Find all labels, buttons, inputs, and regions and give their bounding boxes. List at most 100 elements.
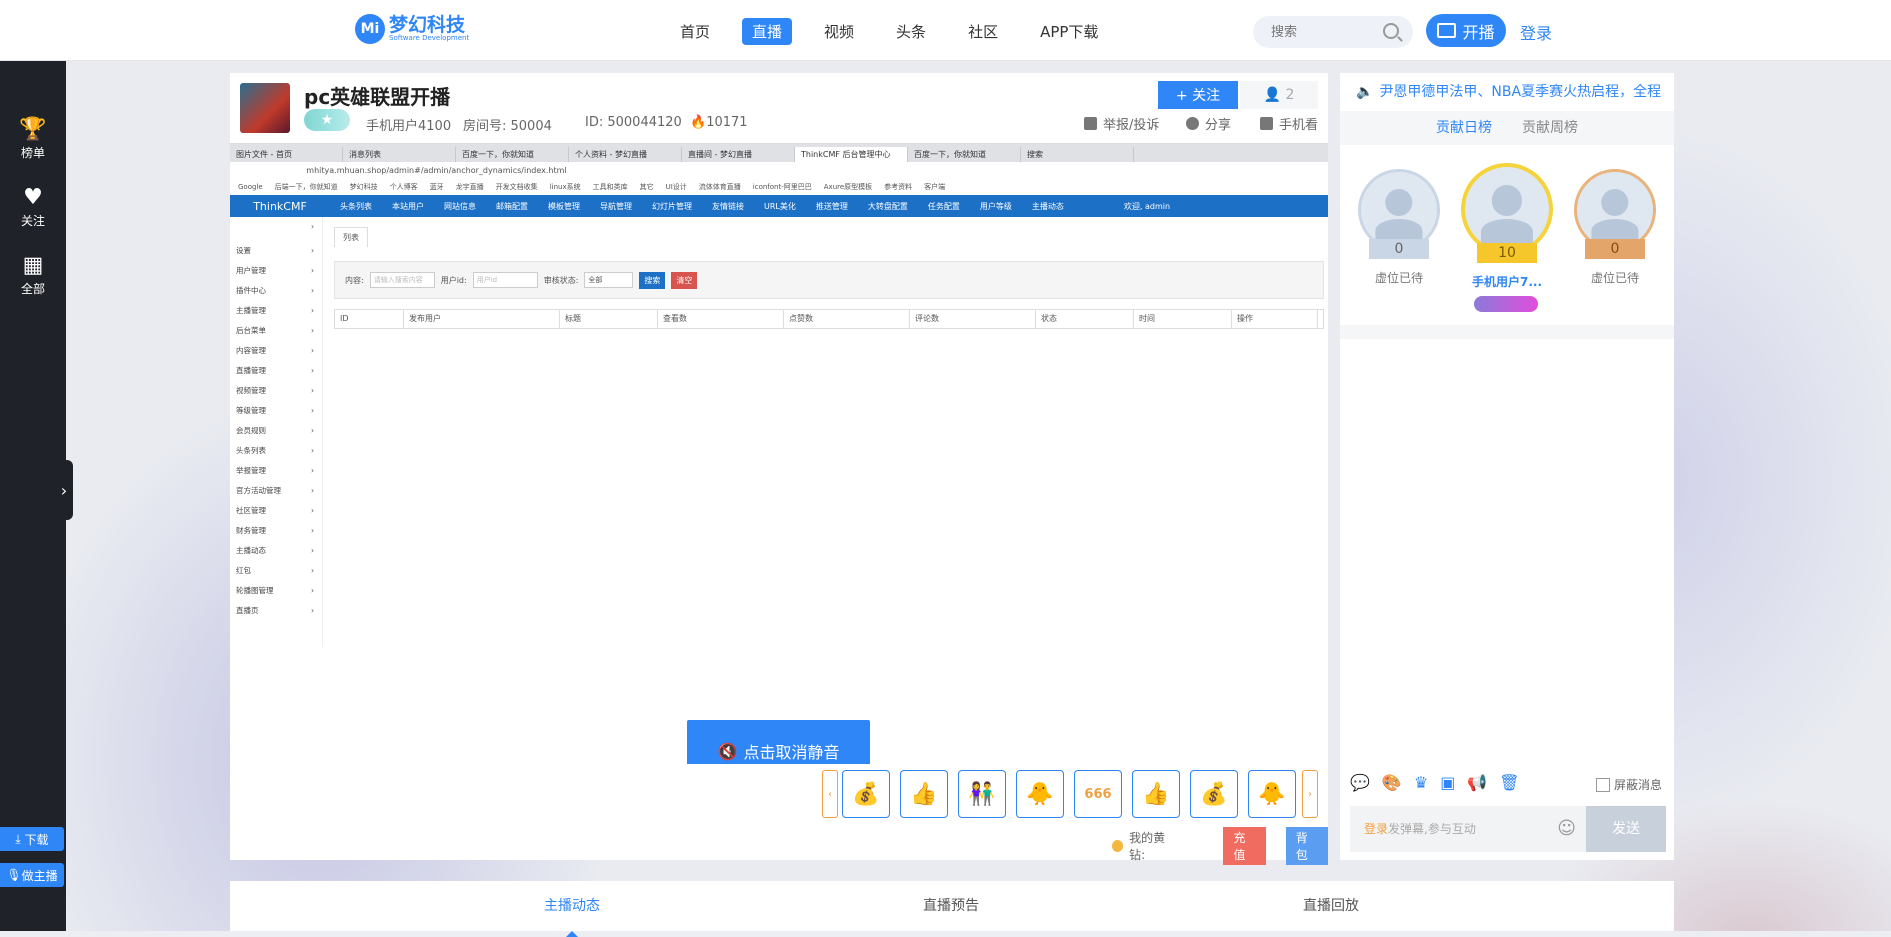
anchor-name[interactable]: 手机用户4100 — [366, 115, 451, 134]
gift-item[interactable]: 💰 — [1190, 770, 1238, 818]
gift-item[interactable]: 👍 — [1132, 770, 1180, 818]
block-messages-toggle[interactable]: 屏蔽消息 — [1596, 776, 1662, 793]
backpack-button[interactable]: 背包 — [1285, 827, 1328, 865]
sidebar-item-ranking[interactable]: 🏆 榜单 — [0, 117, 66, 161]
heat-number: 10171 — [706, 115, 748, 130]
stream-column-header: 查看数 — [658, 310, 784, 328]
rank-second[interactable]: 0 虚位已待 — [1358, 169, 1440, 286]
stream-admin-side-item: 官方活动管理 — [230, 481, 322, 501]
gift-item[interactable]: 🐥 — [1248, 770, 1296, 818]
tab-live-replay[interactable]: 直播回放 — [1303, 895, 1359, 915]
sidebar-item-label: 榜单 — [20, 146, 45, 160]
stream-bookmark: 客户端 — [924, 183, 946, 191]
stream-admin-side-item: 用户管理 — [230, 261, 322, 281]
block-messages-checkbox[interactable] — [1596, 777, 1610, 792]
stream-bookmark: 个人博客 — [389, 183, 418, 191]
gift-item[interactable]: 👫 — [958, 770, 1006, 818]
effect-icon[interactable]: ▣ — [1440, 773, 1455, 792]
stream-tab: 百度一下，你就知道 — [456, 147, 569, 162]
sidebar-item-following[interactable]: ♥ 关注 — [0, 185, 66, 229]
stream-admin-user: 欢迎, admin — [1123, 201, 1171, 211]
nav-live[interactable]: 直播 — [742, 18, 793, 45]
video-player[interactable]: 图片文件 - 首页 消息列表 百度一下，你就知道 个人资料 - 梦幻直播 直播间… — [230, 143, 1328, 764]
announcement-text: 尹恩甲德甲法甲、NBA夏季赛火热启程，全程 — [1379, 84, 1662, 100]
chat-input[interactable]: 登录发弹幕,参与互动 ☺ — [1350, 806, 1586, 852]
chat-bubble-icon[interactable]: 💬 — [1350, 773, 1370, 792]
tab-anchor-feed[interactable]: 主播动态 — [544, 895, 600, 937]
mobile-watch-button[interactable]: 手机看 — [1260, 114, 1318, 133]
stream-column-header: 发布用户 — [404, 310, 560, 328]
heart-icon: ♥ — [23, 185, 43, 210]
crown-icon[interactable]: ♛ — [1414, 773, 1428, 792]
gift-item[interactable]: 👍 — [900, 770, 948, 818]
nav-headlines[interactable]: 头条 — [886, 18, 936, 45]
speaker-icon: 🔈 — [1356, 84, 1374, 100]
gift-next-button[interactable]: › — [1302, 770, 1318, 818]
stream-admin-side-item: 社区管理 — [230, 501, 322, 521]
stream-bookmark: iconfont-阿里巴巴 — [752, 183, 812, 191]
chevron-left-icon: ‹ — [828, 788, 832, 800]
stream-admin-side-item: 财务管理 — [230, 521, 322, 541]
rank-first[interactable]: 10 手机用户7... — [1460, 163, 1554, 312]
search-input[interactable] — [1269, 23, 1383, 41]
login-link[interactable]: 登录 — [1520, 20, 1552, 44]
rank-third[interactable]: 0 虚位已待 — [1574, 169, 1656, 286]
share-button[interactable]: 分享 — [1186, 114, 1231, 133]
recharge-button[interactable]: 充值 — [1223, 827, 1266, 865]
gift-item[interactable]: 🐥 — [1016, 770, 1064, 818]
camera-icon — [1437, 23, 1457, 38]
tab-weekly-rank[interactable]: 贡献周榜 — [1522, 111, 1578, 145]
stream-column-header: 评论数 — [910, 310, 1036, 328]
emoji-icon[interactable]: ☺ — [1557, 806, 1576, 852]
stream-address-bar: mhitya.mhuan.shop/admin#/admin/anchor_dy… — [230, 162, 1328, 181]
rank-divider — [1340, 325, 1674, 339]
rank-name: 虚位已待 — [1590, 271, 1639, 285]
unmute-button[interactable]: 🔇 点击取消静音 — [687, 720, 870, 764]
rank-score: 10 — [1477, 243, 1537, 263]
horn-icon[interactable]: 📢 — [1467, 773, 1487, 792]
report-button[interactable]: 举报/投诉 — [1084, 114, 1159, 133]
nav-community[interactable]: 社区 — [958, 18, 1008, 45]
stream-bookmark: linux系统 — [549, 183, 581, 191]
logo[interactable]: Mi 梦幻科技 Software Development — [355, 14, 469, 44]
chat-login-link[interactable]: 登录 — [1364, 822, 1388, 836]
tab-daily-rank[interactable]: 贡献日榜 — [1436, 111, 1492, 145]
wallet-label: 我的黄钻: — [1129, 831, 1166, 862]
become-anchor-button[interactable]: 🎙 做主播 — [0, 863, 64, 887]
stream-list-tab: 列表 — [334, 227, 368, 247]
trash-icon[interactable]: 🗑 — [1499, 773, 1519, 792]
sidebar-expand-toggle[interactable]: › — [55, 460, 73, 520]
fire-icon: 🔥 — [690, 115, 707, 130]
report-label: 举报/投诉 — [1103, 118, 1160, 133]
stream-bookmark: 蓝牙 — [429, 183, 444, 191]
stream-table-header: ID 发布用户 标题 查看数 点赞数 评论数 状态 时间 操作 — [334, 309, 1324, 329]
search-icon[interactable] — [1383, 23, 1399, 39]
stream-bookmark: 工具和类库 — [592, 183, 628, 191]
gift-prev-button[interactable]: ‹ — [822, 770, 838, 818]
go-live-label: 开播 — [1462, 22, 1495, 42]
live-room-panel: pc英雄联盟开播 ★ 手机用户4100 房间号: 50004 ID: 50004… — [230, 73, 1328, 865]
stream-filter-label: 用户id: — [440, 275, 467, 285]
room-cover-image — [240, 83, 290, 133]
stream-admin-menu: 头条列表 — [340, 201, 372, 211]
sidebar-item-all[interactable]: ▦ 全部 — [0, 253, 66, 297]
download-button[interactable]: ⤓ 下载 — [0, 827, 64, 851]
follow-button[interactable]: + 关注 — [1158, 81, 1238, 109]
tab-live-preview[interactable]: 直播预告 — [923, 895, 979, 915]
rank-score: 0 — [1585, 239, 1645, 259]
unmute-label: 点击取消静音 — [743, 743, 840, 762]
gift-item[interactable]: 666 — [1074, 770, 1122, 818]
stream-admin-menu: 网站信息 — [444, 201, 476, 211]
stream-admin-menu: 友情链接 — [712, 201, 744, 211]
palette-icon[interactable]: 🎨 — [1382, 773, 1402, 792]
go-live-button[interactable]: 开播 — [1426, 14, 1506, 47]
chat-placeholder: 发弹幕,参与互动 — [1388, 822, 1476, 836]
report-icon — [1084, 117, 1097, 130]
nav-home[interactable]: 首页 — [670, 18, 720, 45]
send-button[interactable]: 发送 — [1586, 806, 1666, 852]
stream-admin-side-item: 后台菜单 — [230, 321, 322, 341]
gift-item[interactable]: 💰 — [842, 770, 890, 818]
nav-video[interactable]: 视频 — [814, 18, 864, 45]
stream-bookmarks: Google 后端一下，你就知道 梦幻科技 个人博客 蓝牙 龙宇直播 开发文档收… — [230, 180, 1328, 194]
nav-app-download[interactable]: APP下载 — [1030, 18, 1108, 45]
